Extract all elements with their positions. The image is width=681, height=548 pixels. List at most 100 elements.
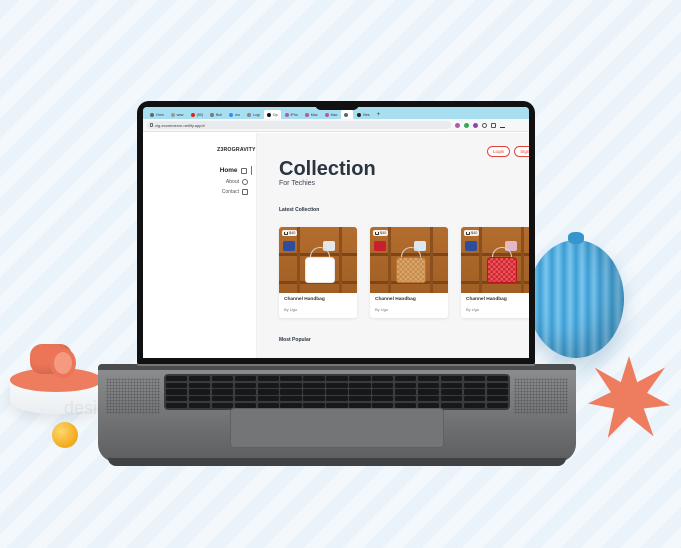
tab-label: Op <box>272 112 278 117</box>
keyboard-key <box>486 382 508 388</box>
keyboard-key <box>188 382 211 388</box>
extensions-puzzle-icon[interactable] <box>482 122 487 128</box>
browser-tab[interactable]: Mac <box>322 110 341 119</box>
product-image: $40 <box>370 227 448 293</box>
browser-tab[interactable]: Buil <box>207 110 225 119</box>
left-speaker <box>106 378 160 414</box>
favicon-icon <box>304 112 309 117</box>
favicon-icon <box>284 112 289 117</box>
new-tab-button[interactable]: + <box>374 110 384 119</box>
laptop-base <box>98 364 576 462</box>
download-icon[interactable] <box>500 123 505 128</box>
keyboard-key <box>372 396 394 402</box>
keyboard-key <box>417 396 440 402</box>
keyboard-key <box>486 396 508 402</box>
tab-label: mo <box>235 112 240 117</box>
cart-icon <box>284 231 288 235</box>
product-card[interactable]: $40 Channel Handbag By Ugo <box>461 227 529 318</box>
keyboard-key <box>211 382 234 388</box>
keyboard-key <box>280 396 302 402</box>
keyboard-key <box>211 396 234 402</box>
shelf-post <box>339 227 342 293</box>
keyboard-key <box>463 389 486 395</box>
keyboard-key <box>234 396 257 402</box>
keyboard-key <box>303 396 325 402</box>
browser-toolbar: zig-ecommerce.netlify.app/# <box>143 119 529 132</box>
signup-button[interactable]: Sign <box>514 146 529 157</box>
extension-icon[interactable] <box>473 122 478 128</box>
product-author: By Ugo <box>466 307 480 312</box>
keyboard-key <box>188 376 211 382</box>
favicon-icon <box>229 112 233 117</box>
sidebar-item-contact[interactable]: Contact <box>222 189 248 195</box>
shelf-post <box>430 227 433 293</box>
product-list: $40 Channel Handbag By Ugo $40 Channel H… <box>279 227 529 318</box>
extension-icon[interactable] <box>464 122 469 128</box>
camera-notch <box>315 101 359 110</box>
keyboard-key <box>166 389 188 395</box>
shelf-bag <box>283 241 295 251</box>
keyboard-key <box>188 389 211 395</box>
keyboard-key <box>257 382 279 388</box>
address-bar[interactable]: zig-ecommerce.netlify.app/# <box>147 121 451 129</box>
keyboard-key <box>257 396 279 402</box>
browser-tab[interactable]: iPho <box>282 110 301 119</box>
decor-yellow-ball <box>52 422 78 448</box>
sidebar-item-label: About <box>225 179 239 185</box>
tab-label: Bes <box>363 112 370 117</box>
tab-label: wwv <box>176 112 184 117</box>
login-button[interactable]: Login <box>487 146 511 157</box>
decor-star <box>588 356 670 438</box>
sidebar-item-home[interactable]: Home <box>220 166 252 175</box>
product-card[interactable]: $40 Channel Handbag By Ugo <box>370 227 448 318</box>
keyboard-key <box>463 382 486 388</box>
browser-tab[interactable]: Bes <box>354 110 372 119</box>
info-icon <box>242 179 248 185</box>
tab-label: Mac <box>310 112 318 117</box>
favicon-icon <box>150 112 154 117</box>
web-page: Z3ROGRAVITY Home About Contact Login Sig… <box>143 133 529 358</box>
browser-tab[interactable]: wwv <box>168 110 187 119</box>
keyboard-key <box>417 382 440 388</box>
sidepanel-icon[interactable] <box>491 122 496 128</box>
tab-label: Logi <box>253 112 260 117</box>
favicon-icon <box>324 112 329 117</box>
favicon-icon <box>170 112 175 117</box>
browser-tab[interactable] <box>341 110 354 119</box>
browser-tab[interactable]: mo <box>226 110 243 119</box>
keyboard-key <box>211 376 234 382</box>
keyboard-key <box>349 382 371 388</box>
keyboard-key <box>234 389 257 395</box>
browser-tab[interactable]: Hom <box>147 110 167 119</box>
keyboard-key <box>486 376 508 382</box>
laptop-foot <box>108 458 566 466</box>
browser-tab[interactable]: (50) <box>188 110 206 119</box>
product-author: By Ugo <box>375 307 389 312</box>
cart-icon <box>466 231 470 235</box>
favicon-icon <box>247 112 251 117</box>
brand-logo[interactable]: Z3ROGRAVITY <box>217 147 256 153</box>
keyboard-key <box>166 396 188 402</box>
auth-buttons: Login Sign <box>487 146 529 157</box>
price-tag: $40 <box>282 230 298 236</box>
latest-collection-heading: Latest Collection <box>279 207 320 213</box>
featured-bag <box>305 257 335 283</box>
keyboard-key <box>440 376 463 382</box>
price-tag: $40 <box>464 230 480 236</box>
keyboard-key <box>303 389 325 395</box>
price-text: $40 <box>471 231 478 235</box>
browser-tab[interactable]: Mac <box>302 110 321 119</box>
keyboard-key <box>349 396 371 402</box>
decor-tube <box>30 344 76 378</box>
extension-icon[interactable] <box>455 122 460 128</box>
cart-icon <box>375 231 379 235</box>
keyboard-key <box>326 376 348 382</box>
keyboard-key <box>303 376 325 382</box>
browser-tab[interactable]: Op <box>263 110 281 119</box>
keyboard-key <box>166 402 188 408</box>
keyboard-key <box>166 376 188 382</box>
browser-tab[interactable]: Logi <box>244 110 263 119</box>
keyboard-key <box>211 389 234 395</box>
sidebar-item-about[interactable]: About <box>226 179 248 185</box>
product-card[interactable]: $40 Channel Handbag By Ugo <box>279 227 357 318</box>
